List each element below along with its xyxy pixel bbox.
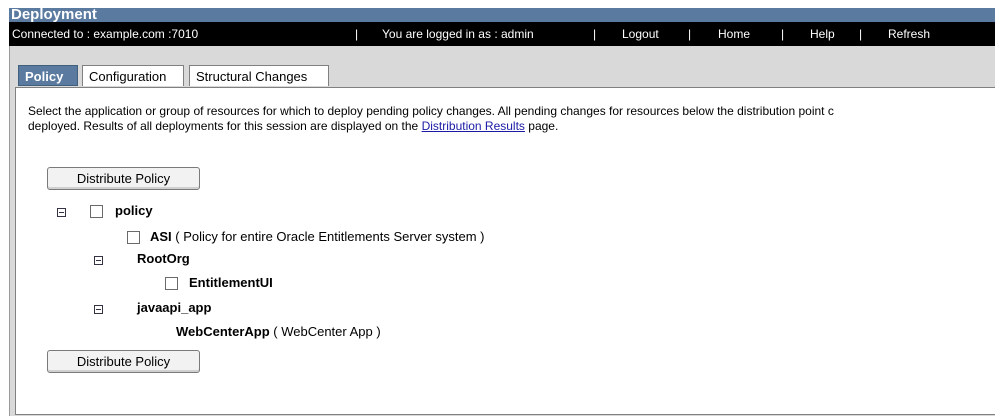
instructions-text-end: page. <box>524 119 559 133</box>
distribute-policy-button-top[interactable]: Distribute Policy <box>47 167 200 190</box>
user-info: You are logged in as : admin <box>382 27 534 41</box>
instructions-line2: deployed. Results of all deployments for… <box>28 119 995 134</box>
entitlementui-checkbox[interactable] <box>165 277 178 290</box>
logout-link[interactable]: Logout <box>622 22 659 46</box>
connection-info: Connected to : example.com :7010 <box>12 27 199 41</box>
tree-node-label: javaapi_app <box>137 300 212 315</box>
window-title: Deployment <box>9 7 995 22</box>
tab-structural-changes[interactable]: Structural Changes <box>189 65 329 86</box>
tab-policy[interactable]: Policy <box>18 65 78 86</box>
distribution-results-link[interactable]: Distribution Results <box>422 119 525 133</box>
separator: | <box>781 27 785 41</box>
tree-node-label: EntitlementUI <box>189 275 273 290</box>
collapse-icon[interactable] <box>57 208 66 217</box>
tree-node-entitlementui: EntitlementUI <box>189 275 273 291</box>
tree-node-description: ( WebCenter App ) <box>269 324 381 339</box>
tree-node-policy: policy <box>115 203 153 219</box>
status-bar: Connected to : example.com :7010 | You a… <box>9 22 995 46</box>
separator: | <box>859 27 863 41</box>
asi-checkbox[interactable] <box>127 231 140 244</box>
separator: | <box>688 27 692 41</box>
tree-node-label: RootOrg <box>137 251 190 266</box>
separator: | <box>593 27 597 41</box>
tree-node-description: ( Policy for entire Oracle Entitlements … <box>171 229 485 244</box>
tree-node-label: policy <box>115 203 153 218</box>
distribute-policy-button-bottom[interactable]: Distribute Policy <box>47 350 200 373</box>
tree-node-label: ASI <box>150 229 172 244</box>
help-link[interactable]: Help <box>810 22 835 46</box>
home-link[interactable]: Home <box>718 22 750 46</box>
tree-node-asi: ASI ( Policy for entire Oracle Entitleme… <box>150 229 484 245</box>
instructions-text: deployed. Results of all deployments for… <box>28 119 422 133</box>
instructions-line1: Select the application or group of resou… <box>28 104 834 118</box>
collapse-icon[interactable] <box>94 305 103 314</box>
tree-node-label: WebCenterApp <box>176 324 270 339</box>
tree-node-javaapi-app: javaapi_app <box>137 300 211 316</box>
tab-configuration[interactable]: Configuration <box>82 65 184 86</box>
policy-checkbox[interactable] <box>90 205 103 218</box>
separator: | <box>355 27 359 41</box>
refresh-link[interactable]: Refresh <box>888 22 930 46</box>
tree-node-rootorg: RootOrg <box>137 251 190 267</box>
collapse-icon[interactable] <box>94 256 103 265</box>
tree-node-webcenterapp: WebCenterApp ( WebCenter App ) <box>176 324 381 340</box>
instructions: Select the application or group of resou… <box>28 104 995 134</box>
